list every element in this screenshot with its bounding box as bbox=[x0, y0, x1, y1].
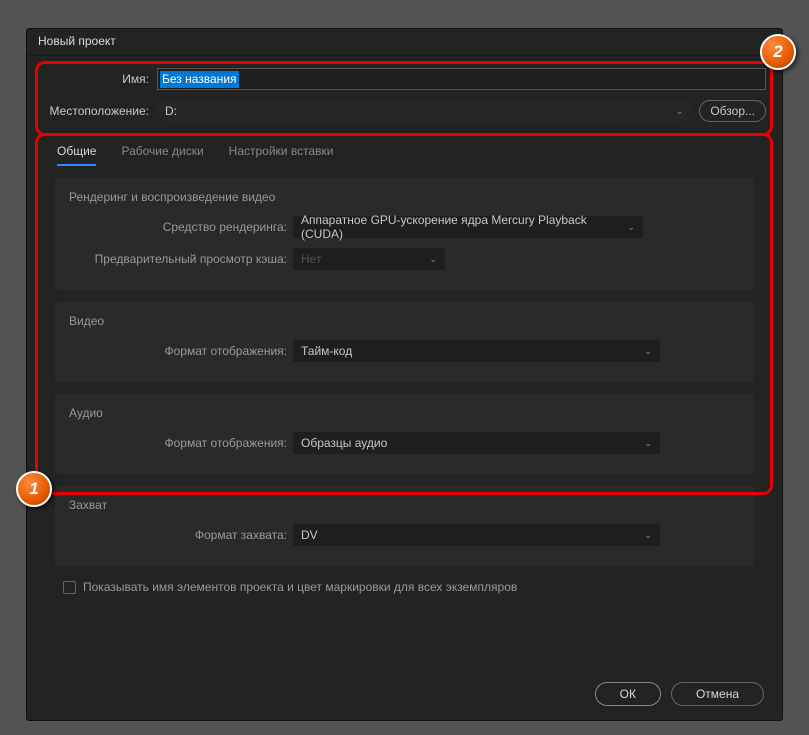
name-input-selection: Без названия bbox=[160, 71, 239, 88]
audio-format-row: Формат отображения: Образцы аудио ⌄ bbox=[69, 432, 740, 454]
section-audio: Аудио Формат отображения: Образцы аудио … bbox=[55, 394, 754, 474]
section-video-title: Видео bbox=[69, 314, 740, 328]
tab-ingest-settings[interactable]: Настройки вставки bbox=[229, 144, 334, 166]
titlebar: Новый проект bbox=[27, 29, 782, 56]
location-value: D: bbox=[165, 104, 177, 118]
annotation-callout-2: 2 bbox=[760, 34, 796, 70]
annotation-callout-1: 1 bbox=[16, 471, 52, 507]
renderer-row: Средство рендеринга: Аппаратное GPU-уско… bbox=[69, 216, 740, 238]
chevron-down-icon: ⌄ bbox=[627, 222, 635, 233]
section-capture-title: Захват bbox=[69, 498, 740, 512]
audio-format-label: Формат отображения: bbox=[69, 436, 293, 450]
browse-button[interactable]: Обзор... bbox=[699, 100, 766, 122]
cancel-button[interactable]: Отмена bbox=[671, 682, 764, 706]
chevron-down-icon: ⌄ bbox=[429, 254, 437, 265]
capture-format-row: Формат захвата: DV ⌄ bbox=[69, 524, 740, 546]
renderer-label: Средство рендеринга: bbox=[69, 220, 293, 234]
cache-dropdown: Нет ⌄ bbox=[293, 248, 445, 270]
renderer-dropdown[interactable]: Аппаратное GPU-ускорение ядра Mercury Pl… bbox=[293, 216, 643, 238]
renderer-value: Аппаратное GPU-ускорение ядра Mercury Pl… bbox=[301, 213, 627, 241]
section-audio-title: Аудио bbox=[69, 406, 740, 420]
show-names-checkbox[interactable] bbox=[63, 581, 76, 594]
checkbox-row: Показывать имя элементов проекта и цвет … bbox=[43, 566, 766, 608]
tab-general[interactable]: Общие bbox=[57, 144, 96, 166]
capture-format-value: DV bbox=[301, 528, 318, 542]
chevron-down-icon: ⌄ bbox=[644, 346, 652, 357]
cache-value: Нет bbox=[301, 252, 321, 266]
window-title: Новый проект bbox=[38, 34, 116, 48]
audio-format-value: Образцы аудио bbox=[301, 436, 387, 450]
cache-row: Предварительный просмотр кэша: Нет ⌄ bbox=[69, 248, 740, 270]
tabs: Общие Рабочие диски Настройки вставки bbox=[43, 132, 766, 166]
audio-format-dropdown[interactable]: Образцы аудио ⌄ bbox=[293, 432, 660, 454]
chevron-down-icon: ⌄ bbox=[676, 106, 684, 117]
new-project-dialog: Новый проект Имя: Без названия Местополо… bbox=[26, 28, 783, 721]
chevron-down-icon: ⌄ bbox=[644, 438, 652, 449]
callout-number: 2 bbox=[773, 42, 782, 62]
location-select[interactable]: D: ⌄ bbox=[157, 100, 691, 122]
chevron-down-icon: ⌄ bbox=[644, 530, 652, 541]
checkbox-label: Показывать имя элементов проекта и цвет … bbox=[83, 580, 517, 594]
video-format-dropdown[interactable]: Тайм-код ⌄ bbox=[293, 340, 660, 362]
name-input[interactable]: Без названия bbox=[157, 68, 766, 90]
capture-format-dropdown[interactable]: DV ⌄ bbox=[293, 524, 660, 546]
callout-number: 1 bbox=[29, 479, 38, 499]
dialog-content: Имя: Без названия Местоположение: D: ⌄ О… bbox=[27, 56, 782, 620]
name-label: Имя: bbox=[43, 72, 157, 86]
video-format-row: Формат отображения: Тайм-код ⌄ bbox=[69, 340, 740, 362]
video-format-label: Формат отображения: bbox=[69, 344, 293, 358]
video-format-value: Тайм-код bbox=[301, 344, 352, 358]
capture-format-label: Формат захвата: bbox=[69, 528, 293, 542]
section-rendering-title: Рендеринг и воспроизведение видео bbox=[69, 190, 740, 204]
section-capture: Захват Формат захвата: DV ⌄ bbox=[55, 486, 754, 566]
name-row: Имя: Без названия bbox=[43, 68, 766, 90]
ok-button[interactable]: ОК bbox=[595, 682, 661, 706]
tab-scratch-disks[interactable]: Рабочие диски bbox=[121, 144, 203, 166]
section-rendering: Рендеринг и воспроизведение видео Средст… bbox=[55, 178, 754, 290]
section-video: Видео Формат отображения: Тайм-код ⌄ bbox=[55, 302, 754, 382]
dialog-footer: ОК Отмена bbox=[595, 682, 764, 706]
cache-label: Предварительный просмотр кэша: bbox=[69, 252, 293, 266]
location-label: Местоположение: bbox=[43, 104, 157, 118]
location-row: Местоположение: D: ⌄ Обзор... bbox=[43, 100, 766, 122]
